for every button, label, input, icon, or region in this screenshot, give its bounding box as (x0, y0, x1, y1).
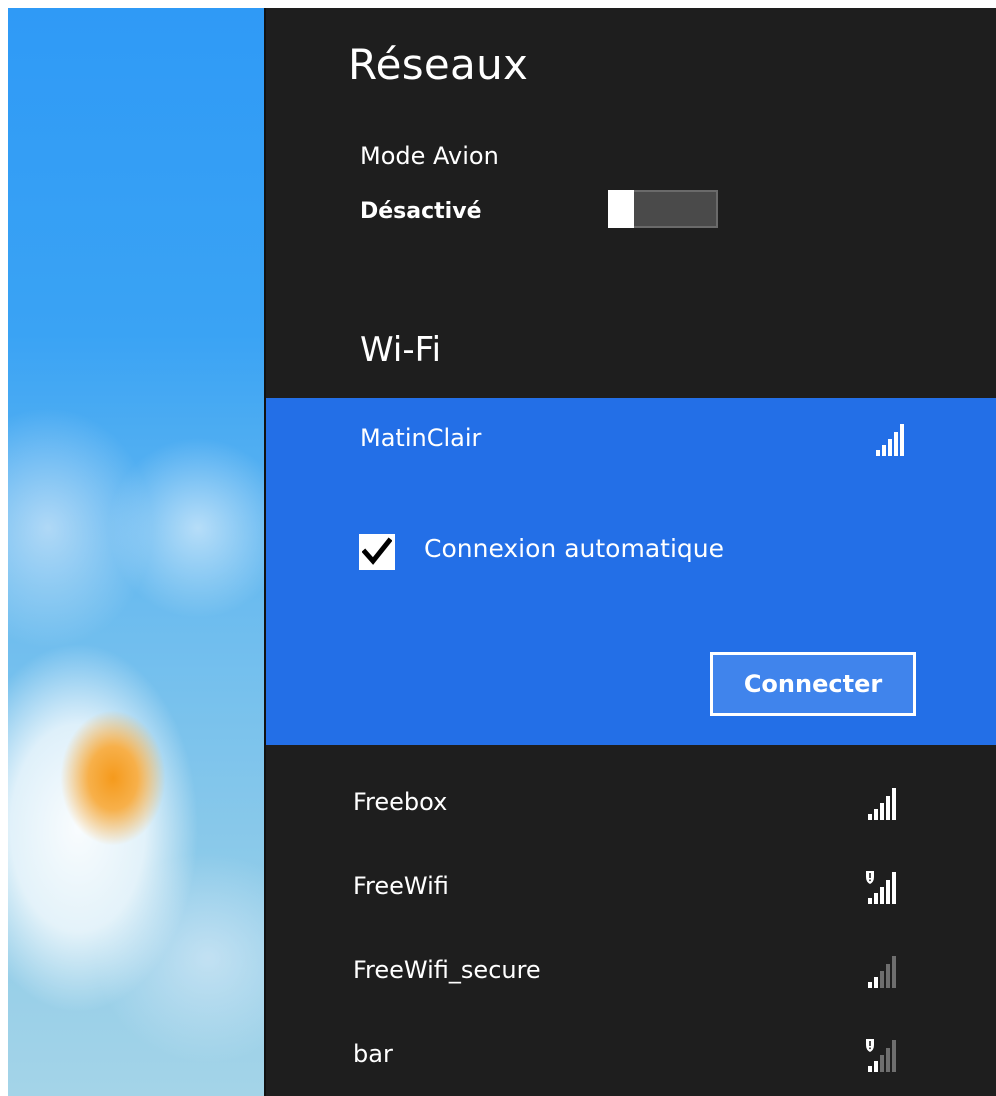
networks-charm-panel: Réseaux Mode Avion Désactivé Wi-Fi Matin… (266, 8, 996, 1096)
shield-warning-icon (866, 871, 874, 884)
signal-bar-4 (894, 432, 898, 456)
network-item-freebox[interactable]: Freebox (266, 770, 996, 836)
signal-bar-2 (874, 1061, 878, 1072)
network-name: FreeWifi (353, 872, 449, 900)
network-item-freewifi[interactable]: FreeWifi (266, 854, 996, 920)
checkmark-icon (362, 537, 392, 565)
signal-bar-2 (882, 445, 886, 456)
signal-bar-3 (880, 803, 884, 820)
connect-button[interactable]: Connecter (710, 652, 916, 716)
signal-bar-3 (880, 971, 884, 988)
network-item-freewifi-secure[interactable]: FreeWifi_secure (266, 938, 996, 1004)
wifi-signal-icon (876, 424, 904, 456)
toggle-thumb[interactable] (608, 190, 634, 228)
signal-bar-2 (874, 893, 878, 904)
shield-warning-icon (866, 1039, 874, 1052)
window-frame-left (0, 0, 8, 1096)
wifi-section-heading: Wi-Fi (360, 330, 442, 370)
network-item-selected[interactable]: MatinClair Connexion automatique Connect… (266, 398, 996, 745)
signal-bar-1 (868, 898, 872, 904)
signal-bar-5 (892, 956, 896, 988)
signal-bar-5 (900, 424, 904, 456)
signal-bar-5 (892, 1040, 896, 1072)
signal-bar-1 (868, 814, 872, 820)
signal-bar-2 (874, 977, 878, 988)
signal-bar-3 (880, 1055, 884, 1072)
network-item-bar[interactable]: bar (266, 1022, 996, 1088)
signal-bar-5 (892, 872, 896, 904)
signal-bar-4 (886, 964, 890, 988)
airplane-mode-state: Désactivé (360, 199, 482, 224)
auto-connect-checkbox[interactable] (359, 534, 395, 570)
auto-connect-label[interactable]: Connexion automatique (424, 534, 724, 563)
wifi-signal-icon (868, 788, 896, 820)
signal-bar-1 (868, 982, 872, 988)
signal-bar-4 (886, 1048, 890, 1072)
wifi-signal-icon (868, 956, 896, 988)
signal-bar-1 (876, 450, 880, 456)
wifi-signal-icon (866, 1039, 896, 1072)
signal-bar-1 (868, 1066, 872, 1072)
signal-bar-3 (880, 887, 884, 904)
signal-bar-3 (888, 439, 892, 456)
network-name: MatinClair (360, 424, 482, 452)
network-name: Freebox (353, 788, 448, 816)
signal-bar-4 (886, 880, 890, 904)
wifi-signal-icon (866, 871, 896, 904)
signal-bar-4 (886, 796, 890, 820)
network-name: FreeWifi_secure (353, 956, 541, 984)
window-frame-top (0, 0, 996, 8)
panel-title: Réseaux (348, 40, 529, 89)
airplane-mode-toggle[interactable] (608, 190, 718, 228)
airplane-mode-label: Mode Avion (360, 142, 499, 170)
signal-bar-5 (892, 788, 896, 820)
signal-bar-2 (874, 809, 878, 820)
desktop-wallpaper (8, 8, 264, 1096)
network-name: bar (353, 1040, 393, 1068)
